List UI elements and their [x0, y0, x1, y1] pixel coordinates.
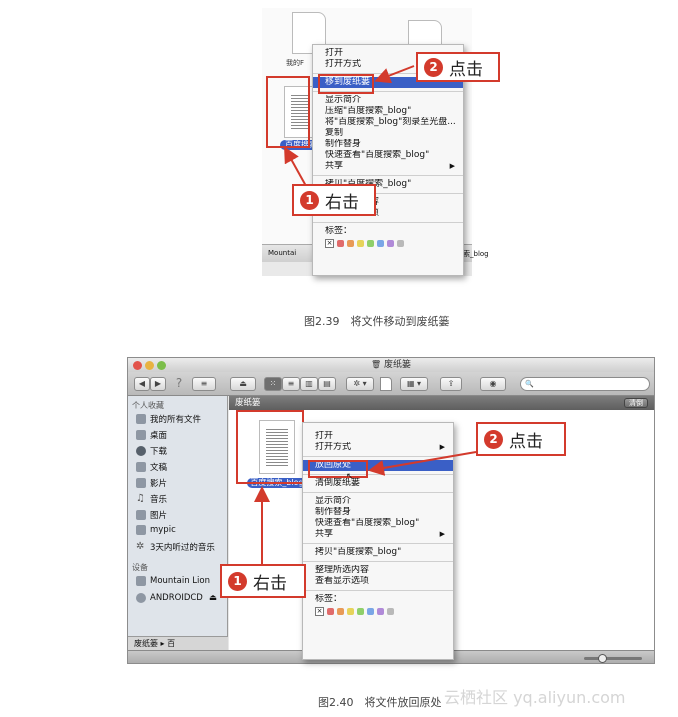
- step-number: 1: [228, 571, 247, 591]
- arrow-to-put-back: [368, 451, 477, 476]
- callout-text: 右击: [253, 573, 287, 594]
- step-number: 2: [484, 429, 503, 449]
- callout-click-2: 2 点击: [476, 422, 566, 456]
- callout-right-click-2: 1 右击: [220, 564, 306, 598]
- callout-text: 点击: [509, 431, 543, 452]
- watermark: 云栖社区 yq.aliyun.com: [444, 688, 626, 707]
- figure2-caption: 图2.40 将文件放回原处: [318, 696, 442, 709]
- figure2-arrows: [224, 451, 477, 581]
